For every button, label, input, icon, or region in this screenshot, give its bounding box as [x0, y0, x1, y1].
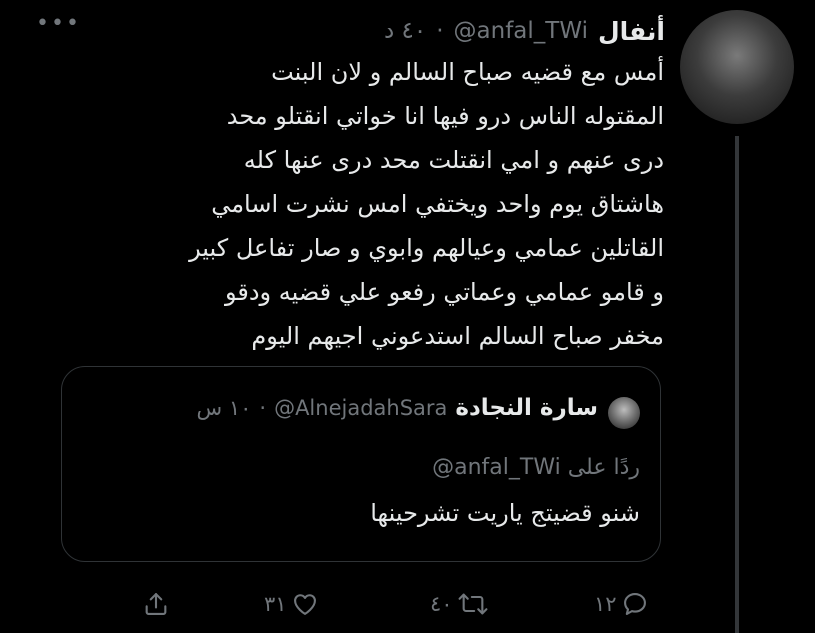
tweet-text-line: المقتوله الناس درو فيها انا خواتي انقتلو… — [226, 102, 664, 130]
tweet-text-line: هاشتاق يوم واحد ويختفي امس نشرت اسامي — [211, 190, 664, 218]
tweet-text: أمس مع قضيه صباح السالم و لان البنت المق… — [84, 50, 664, 358]
reply-count: ١٢ — [594, 592, 617, 616]
quote-text: شنو قضيتج ياريت تشرحينها — [370, 499, 640, 527]
tweet[interactable]: ••• أنفال @anfal_TWi · ٤٠ د أمس مع قضيه … — [0, 0, 815, 633]
tweet-text-line: درى عنهم و امي انقتلت محد درى عنها كله — [243, 146, 664, 174]
quote-display-name[interactable]: سارة النجادة — [455, 395, 598, 421]
tweet-text-line: مخفر صباح السالم استدعوني اجيهم اليوم — [251, 322, 664, 350]
share-icon — [142, 590, 170, 618]
reply-context: ردًا على @anfal_TWi — [432, 455, 640, 480]
quote-separator-dot: · — [259, 396, 267, 420]
quoted-tweet[interactable]: سارة النجادة @AlnejadahSara · ١٠ س ردًا … — [61, 366, 661, 562]
like-count: ٣١ — [264, 592, 287, 616]
retweet-button[interactable]: ٤٠ — [430, 586, 489, 622]
display-name[interactable]: أنفال — [598, 17, 665, 46]
quote-header: سارة النجادة @AlnejadahSara · ١٠ س — [197, 395, 599, 421]
tweet-text-line: و قامو عمامي وعماتي رفعو علي قضيه ودقو — [224, 278, 664, 306]
reply-icon — [621, 590, 649, 618]
quote-timestamp[interactable]: ١٠ س — [197, 396, 252, 420]
separator-dot: · — [436, 18, 444, 44]
tweet-text-line: أمس مع قضيه صباح السالم و لان البنت — [271, 58, 664, 86]
tweet-text-line: القاتلين عمامي وعيالهم وابوي و صار تفاعل… — [189, 234, 664, 262]
heart-icon — [291, 590, 319, 618]
username[interactable]: @anfal_TWi — [454, 18, 588, 44]
quote-username[interactable]: @AlnejadahSara — [274, 396, 447, 420]
timestamp[interactable]: ٤٠ د — [384, 18, 426, 44]
avatar[interactable] — [680, 10, 794, 124]
tweet-header: أنفال @anfal_TWi · ٤٠ د — [384, 14, 665, 48]
more-icon[interactable]: ••• — [36, 13, 79, 38]
share-button[interactable] — [142, 586, 170, 622]
reply-button[interactable]: ١٢ — [594, 586, 649, 622]
action-bar: ١٢ ٤٠ ٣١ — [0, 580, 815, 630]
retweet-count: ٤٠ — [430, 592, 453, 616]
reply-prefix: ردًا على — [567, 455, 640, 480]
thread-line — [735, 136, 739, 633]
reply-to-handle[interactable]: @anfal_TWi — [432, 455, 561, 480]
like-button[interactable]: ٣١ — [264, 586, 319, 622]
retweet-icon — [457, 590, 489, 618]
quote-avatar[interactable] — [608, 397, 640, 429]
